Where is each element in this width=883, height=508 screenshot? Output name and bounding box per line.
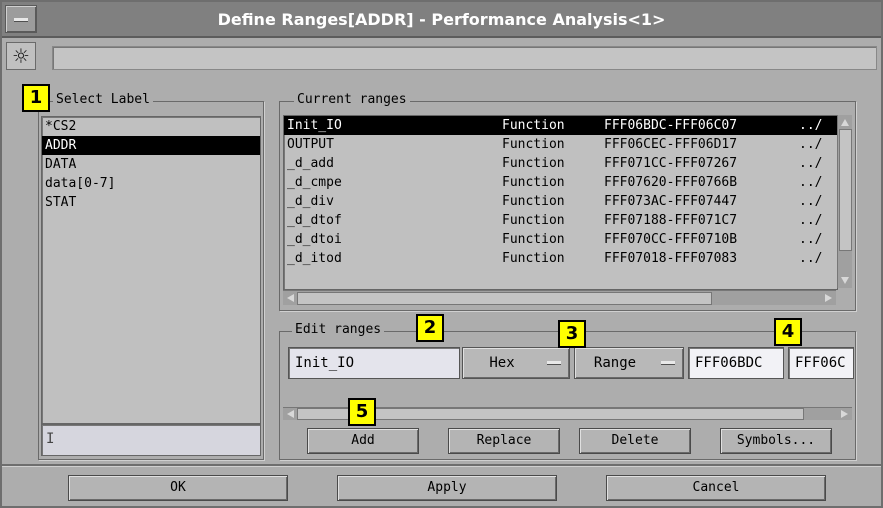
base-select[interactable]: Hex: [462, 347, 570, 379]
mode-select-label: Range: [593, 355, 637, 371]
range-name-cell: _d_div: [287, 194, 334, 209]
label-listbox[interactable]: *CS2 ADDR DATA data[0-7] STAT: [41, 116, 261, 424]
range-more-cell: ../: [799, 194, 823, 209]
label-list: *CS2 ADDR DATA data[0-7] STAT: [42, 117, 260, 212]
cancel-button[interactable]: Cancel: [606, 475, 826, 501]
range-name-cell: _d_itod: [287, 251, 342, 266]
range-type-cell: Function: [502, 118, 565, 133]
range-more-cell: ../: [799, 118, 823, 133]
add-button[interactable]: Add: [307, 428, 419, 454]
status-field: [52, 46, 877, 70]
option-menu-icon: [547, 361, 561, 365]
range-name-field[interactable]: Init_IO: [288, 347, 460, 379]
range-type-cell: Function: [502, 213, 565, 228]
range-more-cell: ../: [799, 156, 823, 171]
edit-ranges-title: Edit ranges: [292, 322, 385, 337]
label-list-item[interactable]: data[0-7]: [42, 174, 260, 193]
ok-button[interactable]: OK: [68, 475, 288, 501]
callout-1: 1: [22, 84, 50, 112]
range-more-cell: ../: [799, 232, 823, 247]
window-title: Define Ranges[ADDR] - Performance Analys…: [217, 10, 666, 29]
range-name-cell: OUTPUT: [287, 137, 334, 152]
text-cursor-icon: I: [46, 431, 55, 447]
base-select-label: Hex: [489, 355, 515, 371]
callout-3: 3: [558, 320, 586, 348]
range-address-cell: FFF06CEC-FFF06D17: [604, 137, 738, 152]
range-more-cell: ../: [799, 175, 823, 190]
range-row[interactable]: _d_itod Function FFF07018-FFF07083 ../: [284, 249, 837, 268]
range-type-cell: Function: [502, 156, 565, 171]
range-more-cell: ../: [799, 137, 823, 152]
range-name-cell: Init_IO: [287, 118, 342, 133]
current-ranges-group: Current ranges Init_IO Function FFF06BDC-F…: [279, 92, 856, 311]
label-list-item[interactable]: DATA: [42, 155, 260, 174]
select-label-group: Select Label *CS2 ADDR DATA data[0-7] STAT I: [38, 92, 264, 460]
ranges-vertical-scrollbar[interactable]: [837, 115, 852, 288]
range-address-cell: FFF070CC-FFF0710B: [604, 232, 738, 247]
horizontal-scroll-thumb[interactable]: [297, 292, 712, 305]
range-address-cell: FFF07188-FFF071C7: [604, 213, 738, 228]
ranges-horizontal-scrollbar[interactable]: [283, 290, 836, 305]
range-type-cell: Function: [502, 251, 565, 266]
range-name-cell: _d_add: [287, 156, 334, 171]
label-input[interactable]: I: [41, 424, 261, 456]
dialog-footer: OK Apply Cancel: [2, 464, 881, 508]
range-type-cell: Function: [502, 194, 565, 209]
define-ranges-dialog: Define Ranges[ADDR] - Performance Analys…: [0, 0, 883, 508]
range-end-value: FFF06C: [795, 355, 846, 371]
range-row[interactable]: _d_dtof Function FFF07188-FFF071C7 ../: [284, 211, 837, 230]
range-row[interactable]: _d_add Function FFF071CC-FFF07267 ../: [284, 154, 837, 173]
edit-ranges-group: Edit ranges Init_IO Hex Range FFF06BDC F…: [279, 322, 856, 460]
range-address-cell: FFF06BDC-FFF06C07: [604, 118, 738, 133]
ranges-list: Init_IO Function FFF06BDC-FFF06C07 ../OUTPU…: [284, 116, 837, 268]
scroll-right-icon[interactable]: [841, 410, 848, 418]
scroll-left-icon[interactable]: [287, 294, 294, 302]
range-start-field[interactable]: FFF06BDC: [688, 347, 784, 379]
replace-button[interactable]: Replace: [448, 428, 560, 454]
select-label-title: Select Label: [53, 92, 153, 107]
callout-5: 5: [348, 398, 376, 426]
range-address-cell: FFF07018-FFF07083: [604, 251, 738, 266]
mode-select[interactable]: Range: [574, 347, 684, 379]
range-more-cell: ../: [799, 251, 823, 266]
range-row[interactable]: Init_IO Function FFF06BDC-FFF06C07 ../: [284, 116, 837, 135]
range-address-cell: FFF07620-FFF0766B: [604, 175, 738, 190]
range-type-cell: Function: [502, 232, 565, 247]
label-list-item[interactable]: *CS2: [42, 117, 260, 136]
title-bar: Define Ranges[ADDR] - Performance Analys…: [2, 2, 881, 38]
apply-button[interactable]: Apply: [337, 475, 557, 501]
label-list-item[interactable]: ADDR: [42, 136, 260, 155]
range-name-cell: _d_dtoi: [287, 232, 342, 247]
scroll-down-icon[interactable]: [841, 277, 849, 284]
sun-icon[interactable]: ☼: [6, 42, 36, 70]
symbols-button[interactable]: Symbols...: [720, 428, 832, 454]
current-ranges-title: Current ranges: [294, 92, 410, 107]
option-menu-icon: [661, 361, 675, 365]
range-row[interactable]: _d_div Function FFF073AC-FFF07447 ../: [284, 192, 837, 211]
callout-4: 4: [774, 318, 802, 346]
range-row[interactable]: _d_cmpe Function FFF07620-FFF0766B ../: [284, 173, 837, 192]
scroll-up-icon[interactable]: [841, 119, 849, 126]
tool-row: ☼: [2, 40, 881, 72]
range-more-cell: ../: [799, 213, 823, 228]
range-type-cell: Function: [502, 175, 565, 190]
scroll-left-icon[interactable]: [287, 410, 294, 418]
delete-button[interactable]: Delete: [579, 428, 691, 454]
range-address-cell: FFF071CC-FFF07267: [604, 156, 738, 171]
label-list-item[interactable]: STAT: [42, 193, 260, 212]
ranges-listbox[interactable]: Init_IO Function FFF06BDC-FFF06C07 ../OUTPU…: [283, 115, 838, 290]
callout-2: 2: [416, 314, 444, 342]
range-address-cell: FFF073AC-FFF07447: [604, 194, 738, 209]
vertical-scroll-thumb[interactable]: [839, 129, 852, 251]
range-end-field[interactable]: FFF06C: [788, 347, 854, 379]
range-row[interactable]: _d_dtoi Function FFF070CC-FFF0710B ../: [284, 230, 837, 249]
range-name-cell: _d_cmpe: [287, 175, 342, 190]
range-name-cell: _d_dtof: [287, 213, 342, 228]
range-name-value: Init_IO: [295, 355, 355, 371]
range-type-cell: Function: [502, 137, 565, 152]
scroll-right-icon[interactable]: [825, 294, 832, 302]
range-start-value: FFF06BDC: [695, 355, 763, 371]
range-row[interactable]: OUTPUT Function FFF06CEC-FFF06D17 ../: [284, 135, 837, 154]
